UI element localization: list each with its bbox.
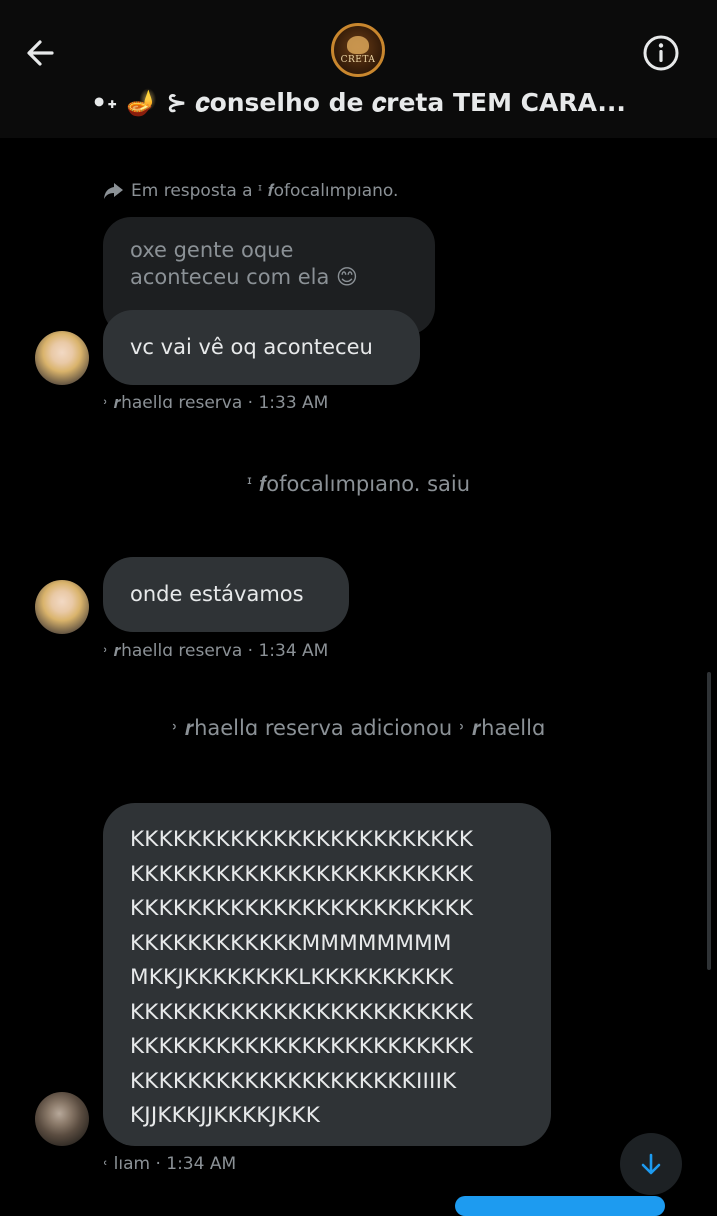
message-text: KKKKKKKKKKKKKKKKKKKKKKKK KKKKKKKKKKKKKKKK… (130, 823, 551, 1134)
message-meta: ˒ 𝒓haellɑ reserva · 1:34 AM (103, 641, 329, 661)
avatar[interactable] (35, 331, 89, 385)
message-line: KKKKKKKKKKKKKKKKKKKKKKKK (130, 999, 474, 1025)
reply-context[interactable]: Em resposta a ᶦ 𝒇ofocalımpıano. (103, 178, 398, 204)
reply-label: Em resposta a ᶦ 𝒇ofocalımpıano. (131, 181, 399, 201)
message-line: MKKJKKKKKKKKLKKKKKKKKKK (130, 965, 454, 990)
message-bubble[interactable]: KKKKKKKKKKKKKKKKKKKKKKKK KKKKKKKKKKKKKKKK… (103, 803, 551, 1146)
group-title[interactable]: •˖ 🪔 ⊱ 𝒄onselho de 𝒄reta TEM CARA... (0, 88, 717, 118)
avatar[interactable] (35, 1092, 89, 1146)
crest-emblem (347, 36, 369, 54)
message-meta: ˒ 𝒓haellɑ reserva · 1:33 AM (103, 393, 329, 413)
scroll-to-bottom-button[interactable] (620, 1133, 682, 1195)
reply-arrow-icon (104, 183, 123, 199)
message-line: KKKKKKKKKKKKKKKKKKKKKKKK (130, 861, 474, 887)
message-text: vc vai vê oq aconteceu (130, 335, 373, 359)
message-meta: ˓ lıam · 1:34 AM (103, 1154, 237, 1174)
group-avatar-label: CRETA (340, 55, 376, 65)
message-text: onde estávamos (130, 582, 304, 606)
chat-header: CRETA •˖ 🪔 ⊱ 𝒄onselho de 𝒄reta TEM CARA.… (0, 0, 717, 138)
info-circle-icon (643, 35, 679, 71)
compose-button-edge[interactable] (455, 1196, 665, 1216)
message-bubble[interactable]: vc vai vê oq aconteceu (103, 310, 420, 385)
info-button[interactable] (641, 33, 681, 73)
avatar[interactable] (35, 580, 89, 634)
scrollbar[interactable] (707, 672, 711, 970)
message-line: KKKKKKKKKKKKMMMMMMMM (130, 930, 452, 956)
arrow-left-icon (27, 40, 54, 66)
message-line: KKKKKKKKKKKKKKKKKKKKKKKK (130, 827, 474, 852)
message-line: KKKKKKKKKKKKKKKKKKKKKKKK (130, 896, 474, 921)
group-avatar[interactable]: CRETA (331, 23, 385, 77)
message-line: KKKKKKKKKKKKKKKKKKKKIIIIK (130, 1068, 457, 1094)
back-button[interactable] (22, 33, 62, 73)
message-line: KJJKKKJJKKKKJKKK (130, 1103, 320, 1128)
quoted-message-text: oxe gente oque aconteceu com ela 😊 (130, 238, 358, 289)
message-line: KKKKKKKKKKKKKKKKKKKKKKKK (130, 1034, 474, 1059)
system-notice-left: ᶦ 𝒇ofocalımpıano. saiu (246, 472, 471, 496)
arrow-down-icon (641, 1153, 661, 1175)
message-bubble[interactable]: onde estávamos (103, 557, 349, 632)
system-notice-added: ˒ 𝒓haellɑ reserva adicionou ˒ 𝒓haellɑ (171, 716, 546, 740)
